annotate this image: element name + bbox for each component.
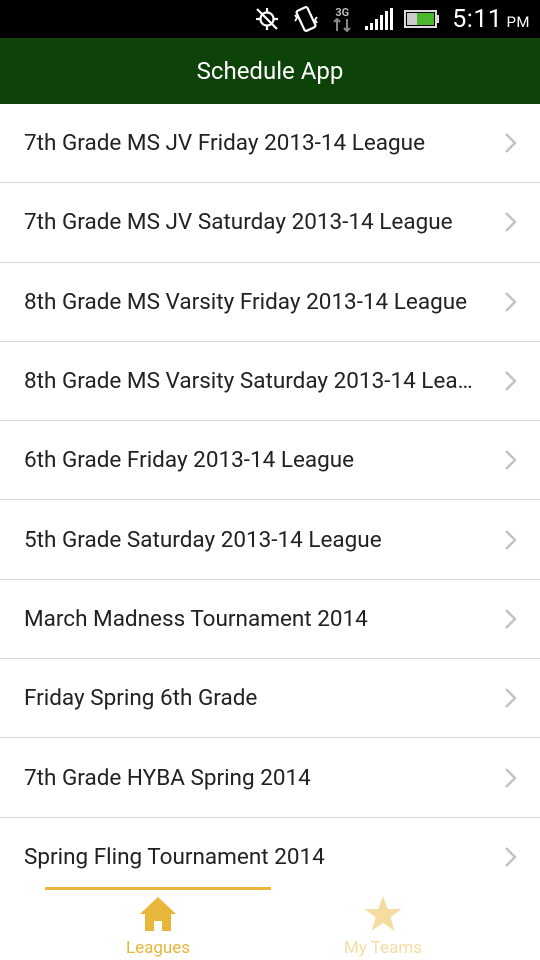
tab-leagues[interactable]: Leagues [45,884,271,960]
chevron-right-icon [505,529,517,550]
league-name: 7th Grade HYBA Spring 2014 [24,764,311,791]
league-list-item[interactable]: 7th Grade MS JV Saturday 2013-14 League [0,183,540,263]
chevron-right-icon [505,609,517,629]
league-list-item[interactable]: 6th Grade Friday 2013-14 League [0,421,540,501]
league-name: 8th Grade MS Varsity Friday 2013-14 Leag… [24,288,468,315]
chevron-right-icon [505,371,517,391]
star-icon [364,896,402,931]
chevron-right-icon [505,291,517,312]
vibrate-icon [292,5,320,33]
league-name: Friday Spring 6th Grade [24,685,258,712]
tab-selected-indicator [45,887,271,890]
league-list-item[interactable]: Friday Spring 6th Grade [0,659,540,739]
league-name: 6th Grade Friday 2013-14 League [24,447,355,474]
tab-leagues-label: Leagues [125,938,191,958]
league-name: 8th Grade MS Varsity Saturday 2013-14 Le… [24,368,482,395]
league-name: 7th Grade MS JV Friday 2013-14 League [24,130,426,157]
league-list-item[interactable]: March Madness Tournament 2014 [0,580,540,660]
gps-off-icon [252,5,282,33]
tab-my-teams-label: My Teams [343,938,423,958]
chevron-right-icon [505,846,517,867]
chevron-right-icon [505,450,517,471]
tab-bar: Leagues My Teams [0,884,540,960]
league-name: 5th Grade Saturday 2013-14 League [24,526,382,553]
league-name: 7th Grade MS JV Saturday 2013-14 League [24,209,453,236]
league-name: Spring Fling Tournament 2014 [24,843,325,870]
signal-icon [364,7,394,31]
app-title: Schedule App [196,57,344,85]
chevron-right-icon [505,688,517,709]
chevron-right-icon [505,767,517,788]
status-time: 5:11 PM [452,4,530,34]
league-list-item[interactable]: 8th Grade MS Varsity Friday 2013-14 Leag… [0,263,540,342]
app-bar: Schedule App [0,38,540,104]
chevron-right-icon [505,133,517,153]
league-list-item[interactable]: 7th Grade MS JV Friday 2013-14 League [0,104,540,184]
tab-my-teams[interactable]: My Teams [270,884,496,960]
league-list-item[interactable]: 5th Grade Saturday 2013-14 League [0,500,540,580]
3g-data-icon: 3G [330,7,354,32]
chevron-right-icon [505,212,517,233]
league-list[interactable]: 7th Grade MS JV Friday 2013-14 League 7th… [0,104,540,884]
league-list-item[interactable]: 8th Grade MS Varsity Saturday 2013-14 Le… [0,342,540,422]
status-bar: 3G 5:11 PM [0,0,540,38]
league-name: March Madness Tournament 2014 [24,605,368,632]
league-list-item[interactable]: 7th Grade HYBA Spring 2014 [0,738,540,818]
home-icon [140,897,176,931]
league-list-item[interactable]: Spring Fling Tournament 2014 [0,818,540,884]
battery-icon [404,9,440,29]
